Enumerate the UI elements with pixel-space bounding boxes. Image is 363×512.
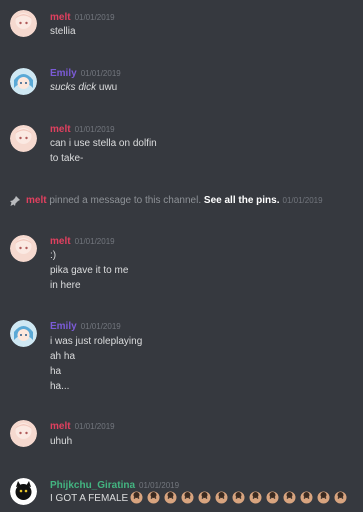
see-pins-link[interactable]: See all the pins.	[204, 195, 280, 206]
text-fragment: uwu	[96, 82, 118, 93]
message-timestamp: 01/01/2019	[74, 422, 115, 431]
emoji-row	[130, 491, 347, 504]
avatar[interactable]	[10, 420, 37, 447]
avatar[interactable]	[10, 68, 37, 95]
message-timestamp: 01/01/2019	[80, 322, 121, 331]
avatar[interactable]	[10, 235, 37, 262]
message-text: in here	[50, 280, 81, 291]
face-emoji-icon[interactable]	[198, 491, 211, 504]
face-emoji-icon[interactable]	[334, 491, 347, 504]
avatar[interactable]	[10, 320, 37, 347]
message-text: sucks dick uwu	[50, 82, 117, 93]
system-actor[interactable]: melt	[26, 195, 47, 206]
message: melt 01/01/2019 stellia	[0, 0, 363, 50]
pinned-system-message: melt pinned a message to this channel. S…	[0, 190, 363, 210]
message-text: :)	[50, 250, 57, 261]
message-author[interactable]: Emily 01/01/2019	[50, 68, 121, 79]
message-text: uhuh	[50, 436, 73, 447]
message: Emily 01/01/2019 sucks dick uwu	[0, 60, 363, 110]
face-emoji-icon[interactable]	[300, 491, 313, 504]
message: melt 01/01/2019 uhuh	[0, 410, 363, 460]
message-text: to take-	[50, 153, 84, 164]
message: melt 01/01/2019 can i use stella on dolfi…	[0, 115, 363, 175]
italic-text: sucks dick	[50, 82, 97, 93]
face-emoji-icon[interactable]	[181, 491, 194, 504]
face-emoji-icon[interactable]	[283, 491, 296, 504]
face-emoji-icon[interactable]	[215, 491, 228, 504]
message-author[interactable]: Phijkchu_Giratina 01/01/2019	[50, 480, 179, 491]
face-emoji-icon[interactable]	[317, 491, 330, 504]
message-author[interactable]: melt 01/01/2019	[50, 12, 115, 23]
avatar[interactable]	[10, 125, 37, 152]
message-timestamp: 01/01/2019	[80, 69, 121, 78]
avatar[interactable]	[10, 478, 37, 505]
system-timestamp: 01/01/2019	[282, 196, 323, 205]
message-timestamp: 01/01/2019	[139, 481, 180, 490]
avatar[interactable]	[10, 10, 37, 37]
message-text: ha	[50, 366, 62, 377]
message-timestamp: 01/01/2019	[74, 237, 115, 246]
message: melt 01/01/2019 :) pika gave it to me in …	[0, 225, 363, 295]
message-text: pika gave it to me	[50, 265, 129, 276]
system-action: pinned a message to this channel.	[49, 195, 202, 206]
pin-icon	[9, 194, 21, 212]
system-text: melt pinned a message to this channel. S…	[26, 195, 323, 206]
message-text: ah ha	[50, 351, 76, 362]
message-text: can i use stella on dolfin	[50, 138, 157, 149]
face-emoji-icon[interactable]	[164, 491, 177, 504]
face-emoji-icon[interactable]	[249, 491, 262, 504]
message-timestamp: 01/01/2019	[74, 13, 115, 22]
message: Emily 01/01/2019 i was just roleplaying a…	[0, 310, 363, 400]
message-author[interactable]: Emily 01/01/2019	[50, 321, 121, 332]
face-emoji-icon[interactable]	[147, 491, 160, 504]
message-timestamp: 01/01/2019	[74, 125, 115, 134]
message-text: i was just roleplaying	[50, 336, 143, 347]
face-emoji-icon[interactable]	[266, 491, 279, 504]
face-emoji-icon[interactable]	[232, 491, 245, 504]
message-text: ha...	[50, 381, 70, 392]
message-author[interactable]: melt 01/01/2019	[50, 421, 115, 432]
message-author[interactable]: melt 01/01/2019	[50, 236, 115, 247]
message-text: stellia	[50, 26, 76, 37]
message-author[interactable]: melt 01/01/2019	[50, 124, 115, 135]
message-text: I GOT A FEMALE	[50, 493, 129, 504]
face-emoji-icon[interactable]	[130, 491, 143, 504]
